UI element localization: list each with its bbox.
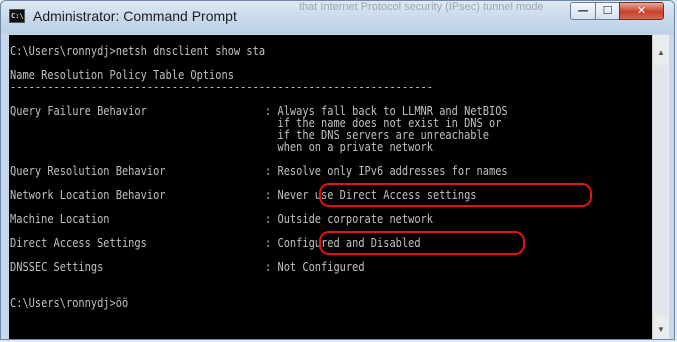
- cmd-app-icon[interactable]: C:\: [9, 9, 25, 23]
- scroll-up-icon[interactable]: ▲: [654, 45, 668, 60]
- minimize-button[interactable]: —: [570, 2, 596, 20]
- console-line: C:\Users\ronnydj>netsh dnsclient show st…: [10, 44, 266, 58]
- window-title: Administrator: Command Prompt: [33, 8, 237, 24]
- console-line: Query Resolution Behavior : Resolve only…: [10, 164, 508, 178]
- console-line: Machine Location : Outside corporate net…: [10, 212, 433, 226]
- close-button[interactable]: ✕: [619, 2, 664, 20]
- highlight-network-location-value: [319, 183, 592, 207]
- console-line: C:\Users\ronnydj>öö: [10, 296, 129, 310]
- vertical-scrollbar[interactable]: ▲ ▼: [652, 35, 669, 339]
- background-window-text: that Internet Protocol security (IPsec) …: [299, 1, 544, 13]
- scrollbar-thumb[interactable]: [654, 65, 668, 315]
- highlight-direct-access-value: [319, 231, 525, 255]
- console-line: ----------------------------------------…: [10, 80, 433, 94]
- scroll-down-icon[interactable]: ▼: [654, 322, 668, 337]
- console-line: DNSSEC Settings : Not Configured: [10, 260, 365, 274]
- command-prompt-window: C:\ Administrator: Command Prompt that I…: [0, 0, 675, 340]
- maximize-button[interactable]: ☐: [595, 2, 620, 20]
- console-line: when on a private network: [10, 140, 433, 154]
- title-bar[interactable]: C:\ Administrator: Command Prompt that I…: [1, 1, 674, 34]
